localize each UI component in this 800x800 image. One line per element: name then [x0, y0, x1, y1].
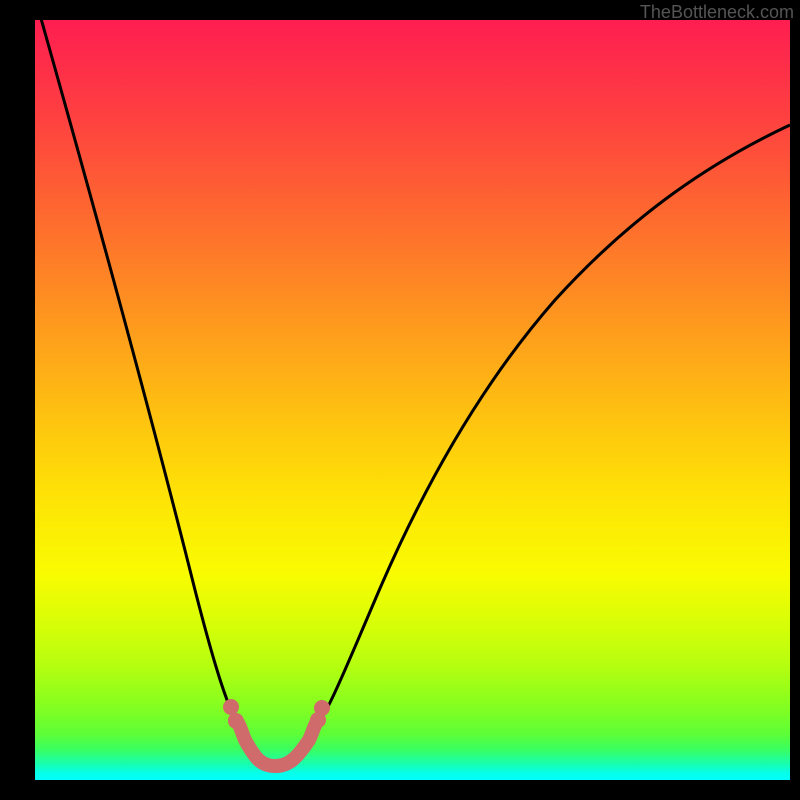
- chart-container: TheBottleneck.com: [0, 0, 800, 800]
- bottleneck-curve: [40, 15, 790, 766]
- notch-segment: [235, 720, 319, 766]
- notch-dot-left-lower: [228, 713, 244, 729]
- notch-dot-right-lower: [310, 712, 326, 728]
- chart-overlay: [35, 20, 790, 780]
- attribution-label: TheBottleneck.com: [640, 2, 794, 23]
- notch-dot-left-upper: [223, 699, 239, 715]
